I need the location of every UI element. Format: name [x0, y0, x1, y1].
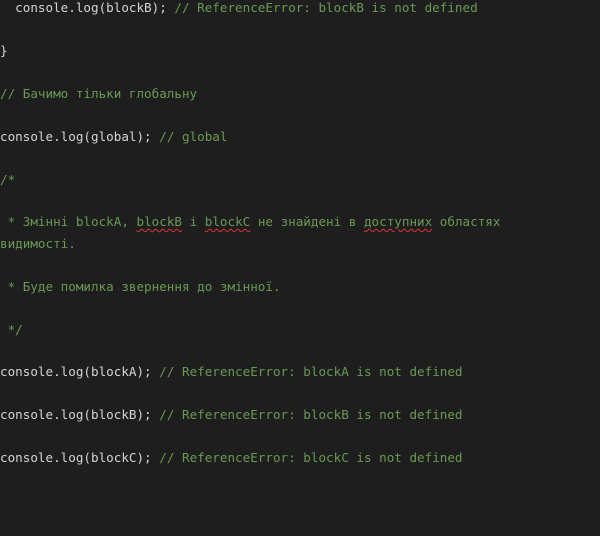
code-line-closing-brace: } — [0, 43, 8, 59]
spellcheck-word: blockB — [136, 214, 182, 229]
code-comment: /* — [0, 172, 16, 187]
code-comment: не знайдені в — [250, 214, 364, 229]
code-line-block-comment-wrap: видимості. — [0, 236, 76, 252]
code-comment: // ReferenceError: blockC is not defined — [159, 450, 463, 465]
code-comment: // ReferenceError: blockB is not defined — [159, 407, 463, 422]
code-comment: // Бачимо тільки глобальну — [0, 86, 198, 101]
code-text: console.log(global); — [0, 129, 160, 144]
code-editor[interactable]: console.log(blockB); // ReferenceError: … — [0, 0, 600, 536]
code-line-console-log-blockB: console.log(blockB); // ReferenceError: … — [0, 407, 463, 423]
code-text: console.log(blockB); — [0, 0, 175, 15]
code-comment: // global — [159, 129, 228, 144]
code-line-block-comment-error: * Буде помилка звернення до змінної. — [0, 279, 281, 295]
code-line-console-log-blockB-nested: console.log(blockB); // ReferenceError: … — [0, 0, 478, 16]
spellcheck-word: blockC — [204, 214, 251, 229]
code-comment: // ReferenceError: blockB is not defined — [174, 0, 478, 15]
code-line-console-log-blockC: console.log(blockC); // ReferenceError: … — [0, 450, 463, 466]
code-comment: і — [181, 214, 205, 229]
code-comment: * Буде помилка звернення до змінної. — [0, 279, 281, 294]
code-comment: // ReferenceError: blockA is not defined — [159, 364, 463, 379]
code-text: } — [0, 43, 8, 58]
code-comment: областях — [432, 214, 501, 229]
code-comment: */ — [0, 322, 23, 337]
code-text: console.log(blockC); — [0, 450, 160, 465]
code-line-block-comment-end: */ — [0, 322, 23, 338]
code-comment: * Змінні blockA, — [0, 214, 137, 229]
spellcheck-word: доступних — [363, 214, 433, 229]
code-text: console.log(blockB); — [0, 407, 160, 422]
code-text: console.log(blockA); — [0, 364, 160, 379]
code-line-block-comment-variables: * Змінні blockA, blockB і blockC не знай… — [0, 214, 501, 230]
code-line-console-log-blockA: console.log(blockA); // ReferenceError: … — [0, 364, 463, 380]
code-comment: видимості. — [0, 236, 76, 251]
code-line-block-comment-start: /* — [0, 172, 15, 188]
code-line-comment-global-only: // Бачимо тільки глобальну — [0, 86, 197, 102]
code-line-console-log-global: console.log(global); // global — [0, 129, 227, 145]
